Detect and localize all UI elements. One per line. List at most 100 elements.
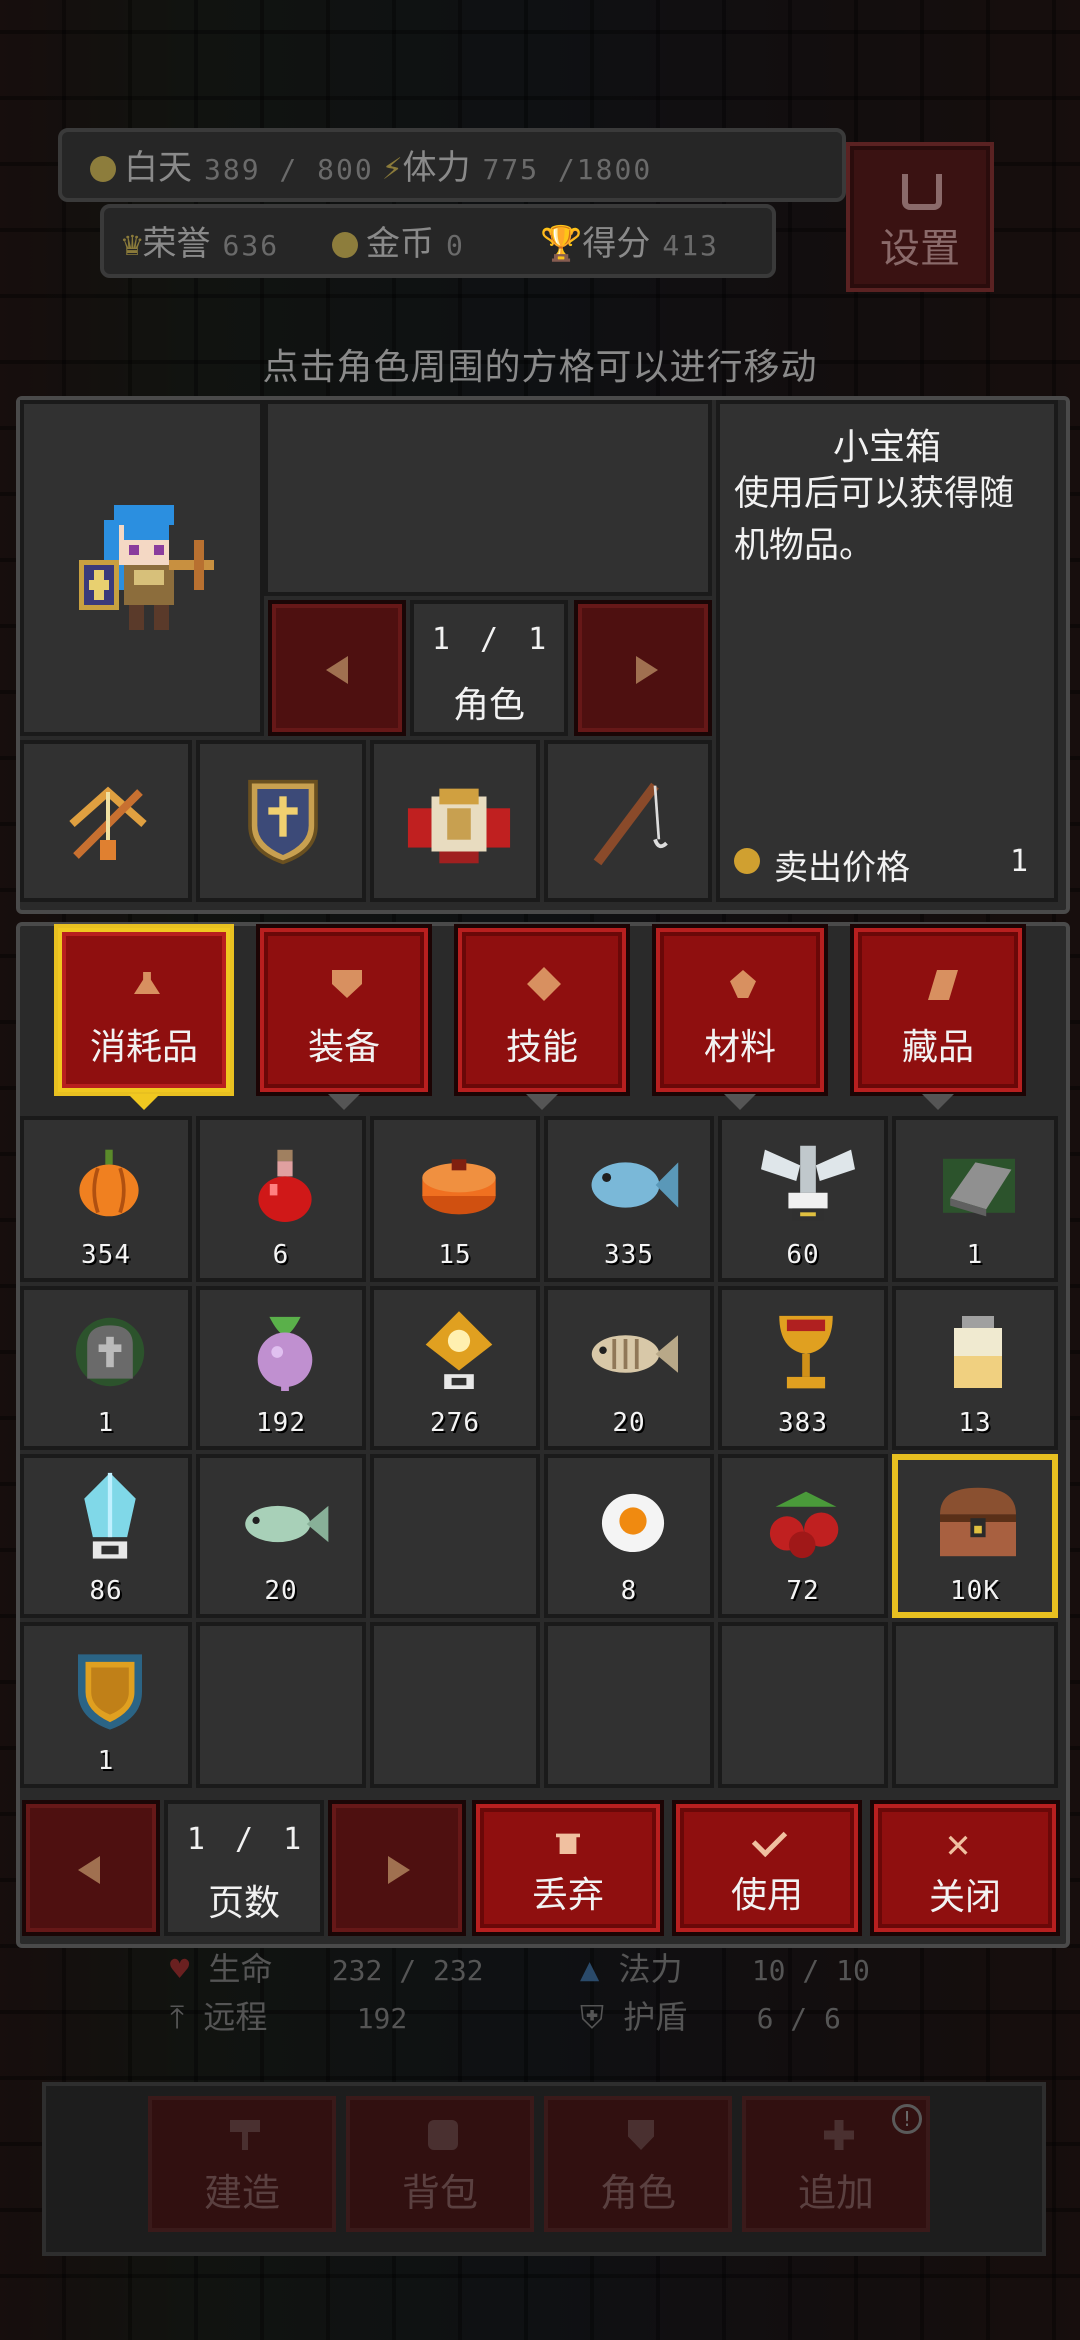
nav-role-label: 角色 xyxy=(599,2171,676,2215)
shield-icon: ⛨ xyxy=(580,1998,605,2036)
prev-character-button[interactable] xyxy=(268,600,406,736)
tab-skills[interactable]: 技能 xyxy=(454,924,630,1096)
inventory-slot-10[interactable]: 20 xyxy=(544,1286,714,1450)
item-detail-panel: 小宝箱 使用后可以获得随机物品。 卖出价格 1 xyxy=(716,400,1058,902)
tab-collectibles-label: 藏品 xyxy=(901,1027,974,1068)
prev-page-button[interactable] xyxy=(22,1800,160,1936)
inventory-slot-23[interactable] xyxy=(718,1622,888,1788)
character-preview-slot xyxy=(264,400,712,596)
item-count: 20 xyxy=(264,1576,298,1606)
discard-button[interactable]: 丢弃 xyxy=(472,1800,664,1936)
lightning-icon: ⚡ xyxy=(382,148,403,188)
archer-hero-icon xyxy=(79,505,214,630)
page-sep: / xyxy=(234,1822,254,1857)
nav-build-button[interactable]: 建造 xyxy=(148,2096,336,2232)
inventory-slot-7[interactable]: 1 xyxy=(20,1286,192,1450)
checkmark-icon xyxy=(751,1821,788,1858)
inventory-slot-6[interactable]: 1 xyxy=(892,1116,1058,1282)
item-count: 192 xyxy=(256,1408,306,1438)
item-count: 1 xyxy=(966,1240,984,1270)
sell-price-value: 1 xyxy=(1009,844,1028,879)
hp-value: 232 / 232 xyxy=(331,1954,484,1987)
use-button[interactable]: 使用 xyxy=(672,1800,862,1936)
inventory-slot-1[interactable]: 354 xyxy=(20,1116,192,1282)
character-page-total: 1 xyxy=(528,622,547,657)
treasure-chest-icon xyxy=(940,1487,1016,1557)
inventory-slot-11[interactable]: 383 xyxy=(718,1286,888,1450)
hp-stat: ♥ 生命 232 / 232 xyxy=(170,1944,484,1990)
equipment-slot-armor[interactable] xyxy=(370,740,540,902)
inventory-slot-5[interactable]: 60 xyxy=(718,1116,888,1282)
inventory-slot-18-selected[interactable]: 10K xyxy=(892,1454,1058,1618)
shield-icon xyxy=(332,970,362,998)
item-count: 6 xyxy=(272,1240,290,1270)
milk-jar-icon xyxy=(954,1316,1002,1388)
tab-consumables[interactable]: 消耗品 xyxy=(54,924,234,1096)
trophy-icon: 🏆 xyxy=(540,224,583,264)
inventory-slot-9[interactable]: 276 xyxy=(370,1286,540,1450)
tab-materials-indicator xyxy=(724,1094,756,1110)
inventory-slot-15[interactable] xyxy=(370,1454,540,1618)
range-value: 192 xyxy=(356,2002,408,2035)
item-count: 8 xyxy=(620,1576,638,1606)
next-character-button[interactable] xyxy=(574,600,712,736)
range-stat: ⤒ 远程 192 xyxy=(170,1992,407,2038)
close-button[interactable]: ✕ 关闭 xyxy=(870,1800,1060,1936)
tab-equipment-indicator xyxy=(328,1094,360,1110)
stamina-stat: ⚡体力 775 /1800 xyxy=(382,140,652,189)
tab-materials[interactable]: 材料 xyxy=(652,924,828,1096)
bag-icon xyxy=(428,2120,458,2150)
inventory-slot-24[interactable] xyxy=(892,1622,1058,1788)
item-count: 86 xyxy=(89,1576,123,1606)
nav-bag-label: 背包 xyxy=(401,2171,478,2215)
role-shield-icon xyxy=(628,2120,654,2150)
fried-egg-icon xyxy=(601,1493,665,1553)
equipment-slot-weapon[interactable] xyxy=(20,740,192,902)
score-label: 得分 xyxy=(582,224,651,264)
pumpkin-icon xyxy=(79,1149,139,1217)
next-page-button[interactable] xyxy=(328,1800,466,1936)
day-stat: 白天 389 / 800 xyxy=(90,140,374,189)
inventory-slot-19[interactable]: 1 xyxy=(20,1622,192,1788)
character-portrait[interactable] xyxy=(20,400,264,736)
inventory-slot-12[interactable]: 13 xyxy=(892,1286,1058,1450)
character-page-current: 1 xyxy=(431,622,450,657)
tab-materials-label: 材料 xyxy=(703,1027,776,1068)
inventory-slot-16[interactable]: 8 xyxy=(544,1454,714,1618)
nav-bag-button[interactable]: 背包 xyxy=(346,2096,534,2232)
inventory-slot-13[interactable]: 86 xyxy=(20,1454,192,1618)
item-count: 383 xyxy=(778,1408,828,1438)
honor-label: 荣誉 xyxy=(142,224,211,264)
gold-stat: 金币 0 xyxy=(332,216,465,265)
inventory-slot-14[interactable]: 20 xyxy=(196,1454,366,1618)
equipment-slot-shield[interactable] xyxy=(196,740,366,902)
settings-button[interactable]: 设置 xyxy=(846,142,994,292)
bone-fish-icon xyxy=(591,1335,678,1373)
inventory-slot-3[interactable]: 15 xyxy=(370,1116,540,1282)
page-pager: 1 / 1 页数 xyxy=(164,1800,324,1936)
equipment-slot-tool[interactable] xyxy=(544,740,712,902)
golden-relic-icon xyxy=(425,1311,493,1389)
nav-add-button[interactable]: 追加 ! xyxy=(742,2096,930,2232)
inventory-slot-2[interactable]: 6 xyxy=(196,1116,366,1282)
inventory-slot-17[interactable]: 72 xyxy=(718,1454,888,1618)
inventory-slot-20[interactable] xyxy=(196,1622,366,1788)
inventory-slot-4[interactable]: 335 xyxy=(544,1116,714,1282)
page-count: 1 / 1 xyxy=(168,1822,320,1857)
arrow-left-icon xyxy=(326,656,348,684)
item-count: 10K xyxy=(950,1576,1000,1606)
blue-fish-icon xyxy=(591,1162,679,1208)
fishing-rod-icon xyxy=(593,782,668,866)
mp-label: 法力 xyxy=(618,1950,683,1988)
inventory-slot-8[interactable]: 192 xyxy=(196,1286,366,1450)
tab-equipment[interactable]: 装备 xyxy=(256,924,432,1096)
day-value: 389 / 800 xyxy=(204,153,374,186)
cherries-icon xyxy=(769,1491,839,1559)
inventory-slot-22[interactable] xyxy=(544,1622,714,1788)
mp-value: 10 / 10 xyxy=(751,1954,870,1987)
bow-icon: ⤒ xyxy=(170,1998,185,2036)
tab-equipment-label: 装备 xyxy=(307,1027,380,1068)
tab-collectibles[interactable]: 藏品 xyxy=(850,924,1026,1096)
inventory-slot-21[interactable] xyxy=(370,1622,540,1788)
nav-role-button[interactable]: 角色 xyxy=(544,2096,732,2232)
